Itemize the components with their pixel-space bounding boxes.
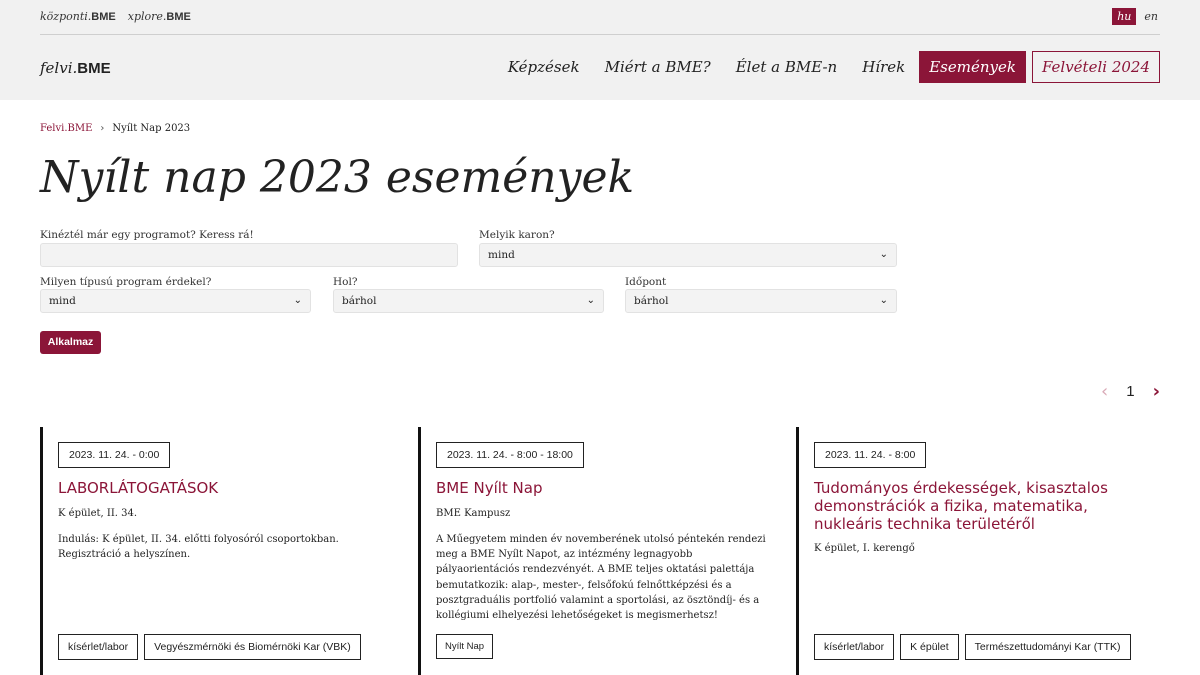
nav-esemenyek[interactable]: Események <box>919 51 1026 83</box>
faculty-select[interactable]: mind ⌄ <box>479 243 897 267</box>
event-title[interactable]: Tudományos érdekességek, kisasztalos dem… <box>814 479 1144 533</box>
event-card[interactable]: 2023. 11. 24. - 0:00 LABORLÁTOGATÁSOK K … <box>40 427 390 675</box>
network-links: központi.BME xplore.BME <box>40 10 191 23</box>
chevron-down-icon: ⌄ <box>879 249 888 260</box>
nav-felveteli-2024[interactable]: Felvételi 2024 <box>1031 51 1160 83</box>
event-tag[interactable]: kísérlet/labor <box>814 634 895 660</box>
event-tag[interactable]: Vegyészmérnöki és Biomérnöki Kar (VBK) <box>144 634 361 660</box>
event-description: Indulás: K épület, II. 34. előtti folyos… <box>58 534 339 561</box>
event-card[interactable]: 2023. 11. 24. - 8:00 Tudományos érdekess… <box>796 427 1160 675</box>
chevron-down-icon: ⌄ <box>293 295 302 306</box>
header-divider <box>40 34 1160 35</box>
nav-elet-a-bme-n[interactable]: Élet a BME-n <box>736 58 837 76</box>
type-label: Milyen típusú program érdekel? <box>40 276 212 288</box>
event-date: 2023. 11. 24. - 0:00 <box>58 442 171 468</box>
breadcrumb-separator-icon: › <box>100 123 105 134</box>
pagination: ‹ 1 › <box>1101 381 1160 402</box>
breadcrumb-home-link[interactable]: Felvi.BME <box>40 123 92 134</box>
nav-hirek[interactable]: Hírek <box>862 58 905 76</box>
event-tags: kísérlet/labor K épület Természettudomán… <box>814 634 1131 660</box>
event-location: K épület, I. kerengő <box>814 543 915 554</box>
event-tag[interactable]: K épület <box>900 634 959 660</box>
event-tag[interactable]: Természettudományi Kar (TTK) <box>964 634 1131 660</box>
prev-page-icon[interactable]: ‹ <box>1101 381 1108 402</box>
chevron-down-icon: ⌄ <box>879 295 888 306</box>
lang-hu-button[interactable]: hu <box>1112 8 1137 25</box>
time-label: Időpont <box>625 276 667 288</box>
site-logo[interactable]: felvi.BME <box>40 59 111 77</box>
event-title[interactable]: BME Nyílt Nap <box>436 479 756 497</box>
apply-button[interactable]: Alkalmaz <box>40 331 101 354</box>
event-location: K épület, II. 34. <box>58 508 138 519</box>
type-select[interactable]: mind ⌄ <box>40 289 311 313</box>
faculty-label: Melyik karon? <box>479 229 555 241</box>
search-label: Kinéztél már egy programot? Keress rá! <box>40 229 254 241</box>
chevron-down-icon: ⌄ <box>586 295 595 306</box>
event-date: 2023. 11. 24. - 8:00 - 18:00 <box>436 442 584 468</box>
search-input[interactable] <box>40 243 458 267</box>
breadcrumb: Felvi.BME › Nyílt Nap 2023 <box>40 123 190 134</box>
nav-kepzesek[interactable]: Képzések <box>508 58 580 76</box>
breadcrumb-current: Nyílt Nap 2023 <box>112 123 191 134</box>
where-select[interactable]: bárhol ⌄ <box>333 289 604 313</box>
language-switcher: hu en <box>1112 8 1160 25</box>
kozponti-bme-link[interactable]: központi.BME <box>40 10 116 23</box>
site-header: központi.BME xplore.BME hu en felvi.BME … <box>0 0 1200 100</box>
event-tag[interactable]: kísérlet/labor <box>58 634 139 660</box>
event-tag[interactable]: Nyílt Nap <box>436 634 494 659</box>
nav-miert-a-bme[interactable]: Miért a BME? <box>605 58 711 76</box>
time-select[interactable]: bárhol ⌄ <box>625 289 897 313</box>
event-description: A Műegyetem minden év novemberének utols… <box>436 534 766 622</box>
event-location: BME Kampusz <box>436 508 511 519</box>
page-title: Nyílt nap 2023 események <box>40 152 635 203</box>
where-label: Hol? <box>333 276 358 288</box>
next-page-icon[interactable]: › <box>1153 381 1160 402</box>
xplore-bme-link[interactable]: xplore.BME <box>128 10 191 23</box>
main-nav: Képzések Miért a BME? Élet a BME-n Hírek… <box>483 51 1160 83</box>
lang-en-button[interactable]: en <box>1142 8 1160 25</box>
event-tags: kísérlet/labor Vegyészmérnöki és Biomérn… <box>58 634 361 660</box>
page-number[interactable]: 1 <box>1126 383 1134 400</box>
event-tags: Nyílt Nap <box>436 634 494 659</box>
event-title[interactable]: LABORLÁTOGATÁSOK <box>58 479 378 497</box>
event-card[interactable]: 2023. 11. 24. - 8:00 - 18:00 BME Nyílt N… <box>418 427 768 675</box>
event-date: 2023. 11. 24. - 8:00 <box>814 442 927 468</box>
